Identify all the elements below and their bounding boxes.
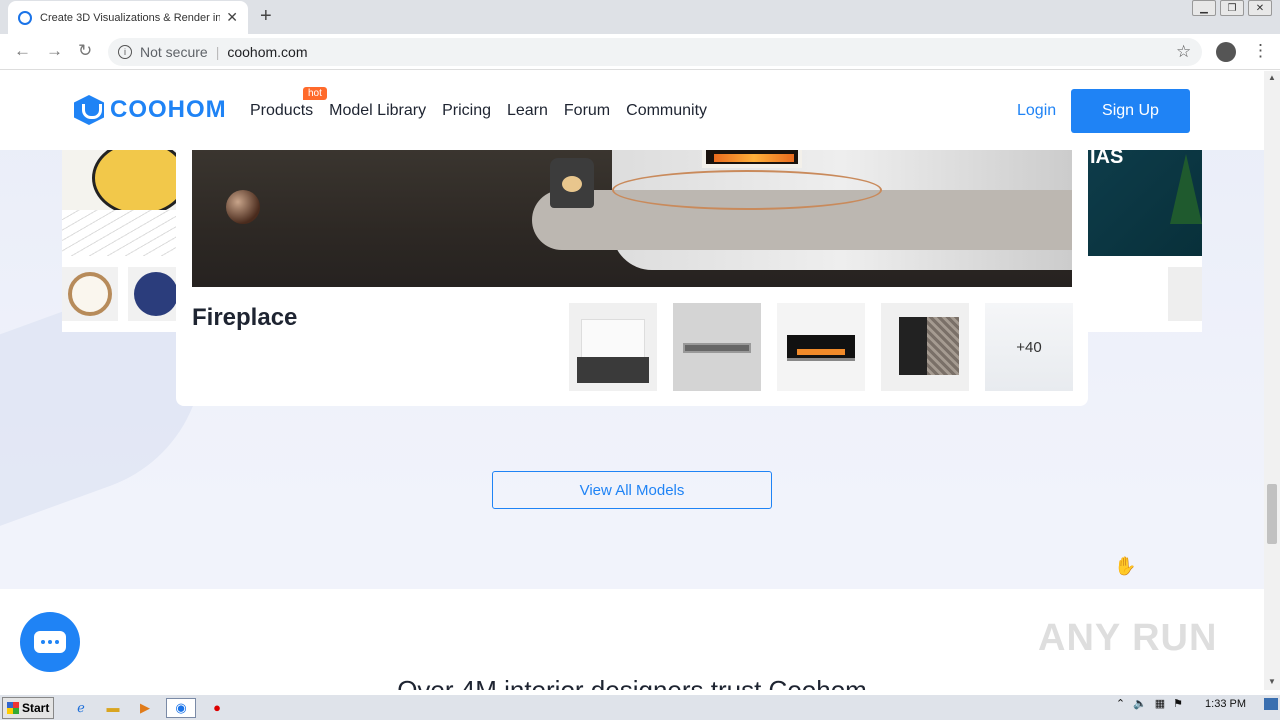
anyrun-watermark: ANY RUN — [1038, 617, 1218, 659]
model-thumb[interactable] — [777, 303, 865, 391]
minimize-icon[interactable]: ▁ — [1192, 0, 1216, 16]
browser-toolbar: ← → ↻ i Not secure | coohom.com ☆ ⋮ — [0, 34, 1280, 70]
windows-logo-icon — [7, 701, 19, 714]
reload-icon[interactable]: ↻ — [78, 41, 92, 61]
model-thumb[interactable] — [881, 303, 969, 391]
next-thumb[interactable] — [1168, 267, 1202, 321]
bookmark-star-icon[interactable]: ☆ — [1176, 42, 1191, 62]
scroll-up-icon[interactable]: ▲ — [1268, 73, 1276, 82]
nav-products[interactable]: Products hot — [250, 87, 327, 120]
nav-learn[interactable]: Learn — [507, 102, 548, 120]
more-models-thumb[interactable]: +40 — [985, 303, 1073, 391]
taskbar-pinned: ℯ ▬ ▶ ◉ ● — [70, 697, 228, 718]
windows-taskbar: Start ℯ ▬ ▶ ◉ ● ⌃ 🔈 ▦ ⚑ 1:33 PM — [0, 694, 1280, 720]
site-header: COOHOM Products hot Model Library Pricin… — [0, 71, 1264, 150]
view-all-models-button[interactable]: View All Models — [492, 471, 772, 509]
start-label: Start — [22, 700, 50, 715]
security-label: Not secure — [140, 44, 208, 60]
url-text: coohom.com — [227, 44, 308, 60]
carousel-next-card[interactable]: IAS — [1088, 150, 1202, 332]
model-thumb[interactable] — [569, 303, 657, 391]
start-button[interactable]: Start — [2, 696, 54, 719]
tree-shape — [1170, 154, 1202, 224]
system-tray: ⌃ 🔈 ▦ ⚑ 1:33 PM — [1116, 697, 1278, 710]
restore-icon[interactable]: ❐ — [1220, 0, 1244, 16]
explorer-icon[interactable]: ▬ — [102, 698, 124, 718]
page-scrollbar[interactable]: ▲ ▼ — [1264, 71, 1280, 690]
signup-button[interactable]: Sign Up — [1071, 89, 1190, 133]
plate-image — [68, 272, 112, 316]
network-icon[interactable]: ▦ — [1155, 697, 1165, 710]
nav-forum[interactable]: Forum — [564, 102, 610, 120]
window-controls: ▁ ❐ ✕ — [1192, 0, 1272, 16]
prev-card-thumbs — [62, 267, 176, 321]
hot-badge: hot — [303, 87, 327, 100]
address-bar[interactable]: i Not secure | coohom.com — [108, 38, 1202, 66]
hero-ball — [226, 190, 260, 224]
chrome-icon[interactable]: ◉ — [166, 697, 196, 718]
close-window-icon[interactable]: ✕ — [1248, 0, 1272, 16]
carousel-prev-card[interactable] — [62, 150, 176, 332]
profile-icon[interactable] — [1216, 42, 1236, 62]
browser-tabstrip: Create 3D Visualizations & Render in ✕ +… — [0, 0, 1280, 34]
model-thumb[interactable] — [673, 303, 761, 391]
model-thumbnails: +40 — [569, 303, 1073, 391]
next-card-image-text: IAS — [1090, 150, 1124, 168]
new-tab-button[interactable]: + — [260, 5, 272, 28]
info-icon[interactable]: i — [118, 45, 132, 59]
page-viewport: COOHOM Products hot Model Library Pricin… — [0, 71, 1264, 690]
tab-title: Create 3D Visualizations & Render in — [40, 11, 221, 24]
hero-lantern — [550, 158, 594, 208]
showcase-title: Fireplace — [192, 304, 298, 331]
nav-products-label: Products — [250, 102, 314, 119]
prev-card-image — [62, 150, 176, 256]
scrollbar-thumb[interactable] — [1267, 484, 1277, 544]
opera-icon[interactable]: ● — [206, 698, 228, 718]
show-desktop-icon[interactable] — [1264, 697, 1278, 710]
showcase-card: Fireplace +40 — [176, 150, 1088, 406]
tray-expand-icon[interactable]: ⌃ — [1116, 697, 1125, 710]
scroll-down-icon[interactable]: ▼ — [1268, 677, 1276, 686]
clock[interactable]: 1:33 PM — [1205, 698, 1246, 710]
volume-icon[interactable]: 🔈 — [1133, 697, 1147, 710]
browser-tab[interactable]: Create 3D Visualizations & Render in ✕ — [8, 1, 248, 34]
coohom-logo[interactable]: COOHOM — [74, 95, 227, 125]
ie-icon[interactable]: ℯ — [70, 698, 92, 718]
close-tab-icon[interactable]: ✕ — [226, 9, 238, 26]
chat-button[interactable] — [20, 612, 80, 672]
chat-bubble-icon — [34, 631, 66, 653]
logo-mark-icon — [74, 95, 104, 125]
hand-cursor-icon: ✋ — [1114, 556, 1137, 576]
hero-ring — [612, 170, 882, 210]
trust-heading: Over 4M interior designers trust Coohom — [397, 675, 867, 690]
nav-community[interactable]: Community — [626, 102, 707, 120]
nav-pricing[interactable]: Pricing — [442, 102, 491, 120]
coohom-favicon-icon — [18, 10, 32, 25]
fireplace-hero-image — [192, 150, 1072, 287]
main-nav: Products hot Model Library Pricing Learn… — [250, 87, 707, 120]
forward-icon[interactable]: → — [46, 41, 63, 61]
nav-model-library[interactable]: Model Library — [329, 102, 426, 120]
prev-thumb[interactable] — [62, 267, 118, 321]
media-player-icon[interactable]: ▶ — [134, 698, 156, 718]
login-link[interactable]: Login — [1017, 102, 1056, 120]
next-card-image: IAS — [1088, 150, 1202, 256]
action-center-flag-icon[interactable]: ⚑ — [1173, 697, 1183, 710]
address-separator: | — [215, 44, 220, 60]
prev-thumb[interactable] — [128, 267, 176, 321]
hero-firebox — [702, 150, 802, 168]
back-icon[interactable]: ← — [14, 41, 31, 61]
logo-text: COOHOM — [110, 96, 227, 123]
plate-image — [134, 272, 176, 316]
menu-kebab-icon[interactable]: ⋮ — [1252, 41, 1269, 61]
